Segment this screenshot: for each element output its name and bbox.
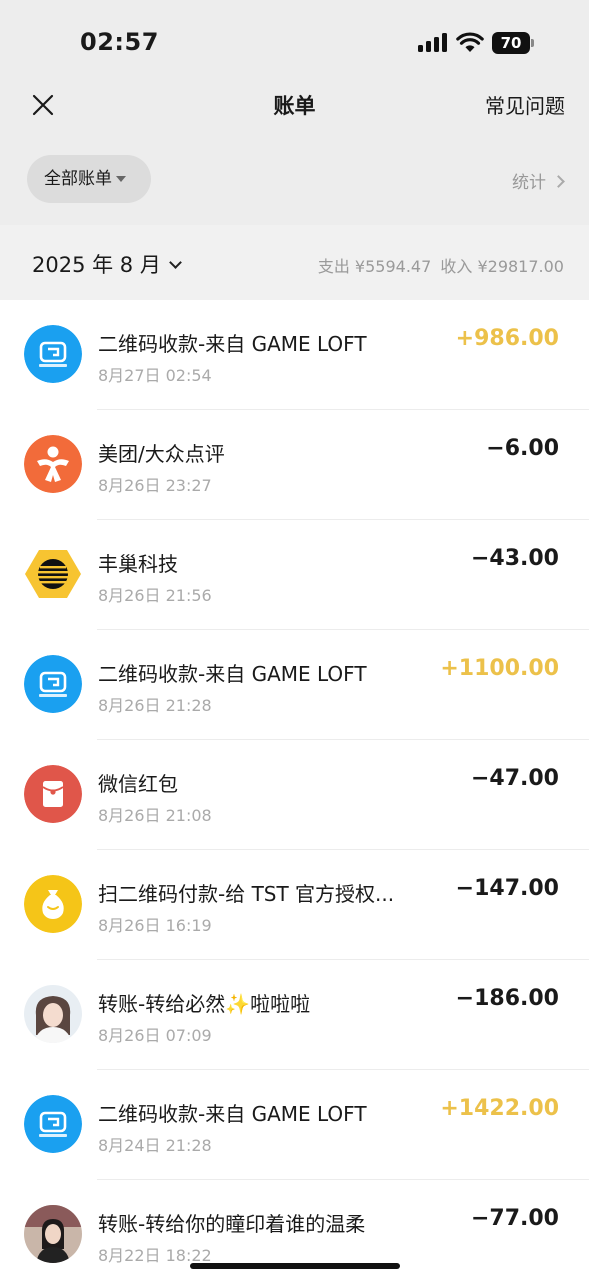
- month-summary: 支出 ¥5594.47 收入 ¥29817.00: [314, 253, 564, 277]
- nav-bar: 账单 常见问题: [0, 80, 589, 130]
- user-avatar: [24, 1205, 82, 1263]
- battery-icon: 70: [492, 32, 534, 54]
- gameloft-icon: [24, 325, 82, 383]
- transaction-item[interactable]: 二维码收款-来自 GAME LOFT 8月26日 21:28 +1100.00: [0, 630, 589, 740]
- bill-filter-dropdown[interactable]: 全部账单: [27, 155, 151, 203]
- home-indicator[interactable]: [190, 1263, 400, 1269]
- transaction-title: 微信红包: [98, 772, 178, 796]
- transaction-list: 二维码收款-来自 GAME LOFT 8月27日 02:54 +986.00 美…: [0, 300, 589, 1280]
- transaction-title: 二维码收款-来自 GAME LOFT: [98, 662, 367, 686]
- month-label: 2025 年 8 月: [32, 253, 161, 277]
- transaction-title: 美团/大众点评: [98, 442, 225, 466]
- transaction-time: 8月26日 23:27: [98, 476, 212, 495]
- transaction-item[interactable]: 微信红包 8月26日 21:08 −47.00: [0, 740, 589, 850]
- faq-link[interactable]: 常见问题: [485, 90, 565, 119]
- wifi-icon: [456, 32, 484, 52]
- transaction-amount: −186.00: [455, 986, 559, 1011]
- transaction-amount: −147.00: [455, 876, 559, 901]
- chevron-down-icon: [168, 256, 182, 269]
- transaction-time: 8月26日 21:08: [98, 806, 212, 825]
- money-bag-icon: [24, 875, 82, 933]
- transaction-amount: −77.00: [470, 1206, 559, 1231]
- chevron-right-icon: [552, 175, 565, 188]
- gameloft-icon: [24, 655, 82, 713]
- status-time: 02:57: [80, 28, 159, 56]
- transaction-amount: −6.00: [486, 436, 559, 461]
- fengchao-icon: [24, 545, 82, 603]
- month-bar: 2025 年 8 月 支出 ¥5594.47 收入 ¥29817.00: [0, 225, 589, 300]
- transaction-time: 8月26日 16:19: [98, 916, 212, 935]
- bill-filter-label: 全部账单: [44, 169, 112, 189]
- transaction-amount: −43.00: [470, 546, 559, 571]
- transaction-item[interactable]: 扫二维码付款-给 TST 官方授权... 8月26日 16:19 −147.00: [0, 850, 589, 960]
- expense-total: 支出 ¥5594.47: [317, 257, 432, 276]
- gameloft-icon: [24, 1095, 82, 1153]
- transaction-title: 二维码收款-来自 GAME LOFT: [98, 1102, 367, 1126]
- header-area: 02:57 70 账单 常见问题 全部账单 统计: [0, 0, 589, 225]
- transaction-time: 8月26日 21:28: [98, 696, 212, 715]
- filter-row: 全部账单 统计: [0, 155, 589, 203]
- transaction-title: 扫二维码付款-给 TST 官方授权...: [98, 882, 395, 906]
- statistics-link[interactable]: 统计: [512, 168, 565, 193]
- income-total: 收入 ¥29817.00: [440, 257, 564, 276]
- battery-level: 70: [492, 32, 530, 54]
- transaction-time: 8月24日 21:28: [98, 1136, 212, 1155]
- month-selector[interactable]: 2025 年 8 月: [32, 249, 182, 279]
- transaction-time: 8月27日 02:54: [98, 366, 212, 385]
- cellular-signal-icon: [418, 32, 448, 52]
- transaction-amount: −47.00: [470, 766, 559, 791]
- red-packet-icon: [24, 765, 82, 823]
- transaction-amount: +986.00: [455, 326, 559, 351]
- transaction-amount: +1422.00: [440, 1096, 559, 1121]
- user-avatar: [24, 985, 82, 1043]
- transaction-amount: +1100.00: [440, 656, 559, 681]
- meituan-dianping-icon: [24, 435, 82, 493]
- transaction-title: 转账-转给你的瞳印着谁的温柔: [98, 1212, 366, 1236]
- transaction-time: 8月26日 07:09: [98, 1026, 212, 1045]
- caret-down-icon: [116, 176, 126, 182]
- transaction-title: 二维码收款-来自 GAME LOFT: [98, 332, 367, 356]
- transaction-item[interactable]: 二维码收款-来自 GAME LOFT 8月27日 02:54 +986.00: [0, 300, 589, 410]
- transaction-item[interactable]: 丰巢科技 8月26日 21:56 −43.00: [0, 520, 589, 630]
- status-bar: 02:57 70: [0, 0, 589, 80]
- transaction-item[interactable]: 美团/大众点评 8月26日 23:27 −6.00: [0, 410, 589, 520]
- transaction-item[interactable]: 转账-转给必然✨啦啦啦 8月26日 07:09 −186.00: [0, 960, 589, 1070]
- transaction-time: 8月26日 21:56: [98, 586, 212, 605]
- transaction-title: 转账-转给必然✨啦啦啦: [98, 992, 311, 1016]
- transaction-title: 丰巢科技: [98, 552, 178, 576]
- close-icon[interactable]: [28, 90, 58, 120]
- statistics-label: 统计: [512, 173, 546, 193]
- transaction-item[interactable]: 二维码收款-来自 GAME LOFT 8月24日 21:28 +1422.00: [0, 1070, 589, 1180]
